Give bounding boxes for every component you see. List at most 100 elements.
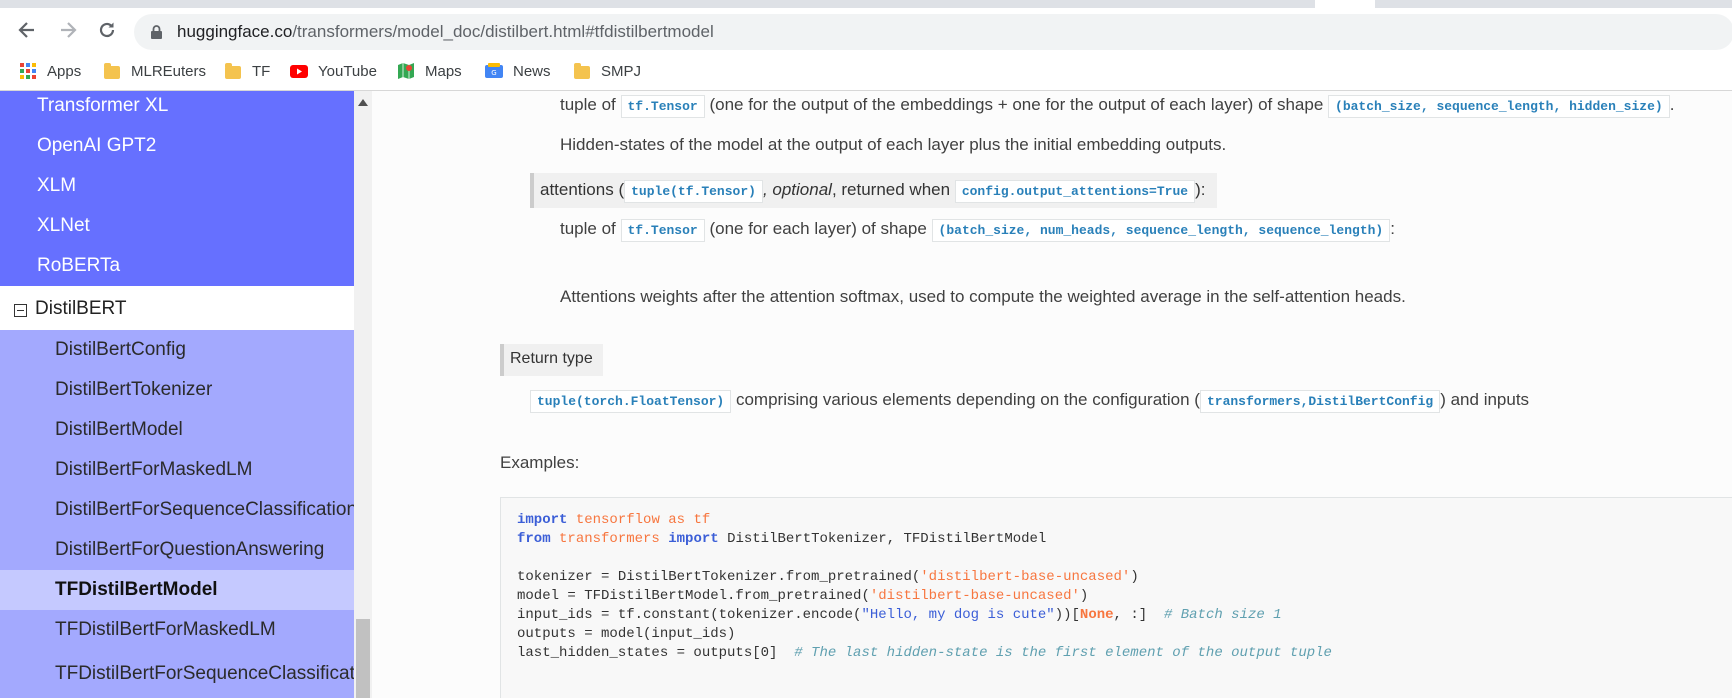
code-tuple-tf-tensor: tuple(tf.Tensor) <box>624 180 763 203</box>
sidebar-item-label: DistilBertModel <box>55 419 183 440</box>
sidebar-item-label: TFDistilBertForSequenceClassification <box>55 663 354 684</box>
sidebar-item-distilbertconfig[interactable]: DistilBertConfig <box>0 330 354 370</box>
sidebar-item-tfdistilbertforsequenceclassification[interactable]: TFDistilBertForSequenceClassification <box>0 650 354 698</box>
sidebar-item-distilbertforsequenceclassification[interactable]: DistilBertForSequenceClassification <box>0 490 354 530</box>
sidebar-item-transformer-xl[interactable]: Transformer XL <box>0 91 354 126</box>
news-icon: G <box>485 62 503 80</box>
text: , optional <box>762 180 832 199</box>
docs-sidebar: Transformer XL OpenAI GPT2 XLM XLNet RoB… <box>0 91 354 698</box>
apps-grid-icon <box>19 62 37 80</box>
bookmarks-bar: Apps MLREuters TF YouTube Maps G News SM… <box>0 52 1732 91</box>
reload-button[interactable] <box>93 16 121 44</box>
return-type-line: tuple(torch.FloatTensor) comprising vari… <box>530 390 1530 413</box>
code-shape: (batch_size, num_heads, sequence_length,… <box>931 219 1391 242</box>
bookmark-maps[interactable]: Maps <box>397 60 462 82</box>
text: tensorflow <box>575 512 660 528</box>
bookmark-smpj[interactable]: SMPJ <box>573 60 641 82</box>
bookmark-mlreuters[interactable]: MLREuters <box>103 60 206 82</box>
text: : <box>1390 219 1395 238</box>
sidebar-item-distilbertforquestionanswering[interactable]: DistilBertForQuestionAnswering <box>0 530 354 570</box>
text: transformers <box>559 531 660 547</box>
url-bar[interactable]: huggingface.co/transformers/model_doc/di… <box>134 14 1732 50</box>
sidebar-item-label: DistilBertForQuestionAnswering <box>55 539 325 560</box>
code-line: input_ids = tf.constant(tokenizer.encode… <box>517 607 1282 623</box>
url-text[interactable]: huggingface.co/transformers/model_doc/di… <box>177 22 714 42</box>
sidebar-item-label: TFDistilBertModel <box>55 579 218 600</box>
sidebar-item-roberta[interactable]: RoBERTa <box>0 246 354 286</box>
collapse-toggle-icon[interactable] <box>14 303 27 317</box>
scroll-up-arrow-icon[interactable] <box>358 99 368 106</box>
code-tf-tensor: tf.Tensor <box>620 95 705 118</box>
folder-icon <box>224 62 242 80</box>
code-line: last_hidden_states = outputs[0] # The la… <box>517 645 1332 661</box>
code-line: import tensorflow as tf <box>517 512 710 528</box>
maps-icon <box>397 62 415 80</box>
doc-content: tuple of tf.Tensor (one for the output o… <box>372 91 1732 698</box>
hidden-states-description: Hidden-states of the model at the output… <box>560 135 1227 154</box>
back-arrow-icon <box>18 22 34 38</box>
attentions-field-label: attentions (tuple(tf.Tensor), optional, … <box>530 173 1218 208</box>
bookmark-label: Maps <box>425 62 462 80</box>
bookmark-label: YouTube <box>318 62 377 80</box>
sidebar-item-xlnet[interactable]: XLNet <box>0 206 354 246</box>
svg-text:G: G <box>491 69 496 77</box>
bookmark-youtube[interactable]: YouTube <box>290 60 377 82</box>
url-host: huggingface.co <box>177 22 293 41</box>
text: comprising various elements depending on… <box>735 390 1200 409</box>
sidebar-item-tfdistilbertformaskedlm[interactable]: TFDistilBertForMaskedLM <box>0 610 354 650</box>
text: as <box>668 512 686 528</box>
text: ) <box>1130 569 1139 585</box>
reload-icon <box>99 22 115 38</box>
sidebar-item-distilberttokenizer[interactable]: DistilBertTokenizer <box>0 370 354 410</box>
code-line: from transformers import DistilBertToken… <box>517 531 1046 547</box>
sidebar-item-label: XLNet <box>37 215 90 236</box>
bookmark-tf[interactable]: TF <box>224 60 270 82</box>
sidebar-item-xlm[interactable]: XLM <box>0 166 354 206</box>
text: import <box>668 531 719 547</box>
bookmark-apps[interactable]: Apps <box>19 60 81 82</box>
sidebar-item-distilbertmodel[interactable]: DistilBertModel <box>0 410 354 450</box>
folder-icon <box>103 62 121 80</box>
text: "Hello, my dog is cute" <box>861 607 1055 623</box>
lock-icon[interactable] <box>150 24 163 40</box>
sidebar-item-openai-gpt2[interactable]: OpenAI GPT2 <box>0 126 354 166</box>
youtube-icon <box>290 62 308 80</box>
text: ) and inputs <box>1440 390 1530 409</box>
text: attentions ( <box>540 180 625 199</box>
text: (one for the output of the embeddings + … <box>709 95 1324 114</box>
active-tab-edge[interactable] <box>1315 0 1375 8</box>
back-button[interactable] <box>13 16 41 44</box>
sidebar-item-label: DistilBertConfig <box>55 339 186 360</box>
attentions-description: Attentions weights after the attention s… <box>560 287 1406 306</box>
bookmark-label: MLREuters <box>131 62 207 80</box>
code-config-output-attentions: config.output_attentions=True <box>954 180 1196 203</box>
text: from <box>517 531 551 547</box>
sidebar-item-tfdistilbertmodel-current[interactable]: TFDistilBertModel <box>0 570 354 610</box>
scrollbar-thumb[interactable] <box>356 619 370 698</box>
code-distilbertconfig-link[interactable]: transformers,DistilBertConfig <box>1199 390 1441 413</box>
code-shape: (batch_size, sequence_length, hidden_siz… <box>1328 95 1670 118</box>
text: 'distilbert-base-uncased' <box>869 588 1080 604</box>
text: input_ids = tf.constant(tokenizer.encode… <box>517 607 862 623</box>
text: tuple of <box>560 95 616 114</box>
return-type-label: Return type <box>500 344 603 376</box>
sidebar-item-distilbertformaskedlm[interactable]: DistilBertForMaskedLM <box>0 450 354 490</box>
bookmark-label: SMPJ <box>601 62 642 80</box>
text: ) <box>1079 588 1089 604</box>
forward-button[interactable] <box>54 16 82 44</box>
sidebar-scrollbar[interactable] <box>354 91 372 698</box>
text: None <box>1079 607 1114 623</box>
bookmark-news[interactable]: G News <box>485 60 551 82</box>
sidebar-item-label: TFDistilBertForMaskedLM <box>55 619 276 640</box>
sidebar-item-label: DistilBertTokenizer <box>55 379 213 400</box>
example-code-block[interactable]: import tensorflow as tf from transformer… <box>500 497 1732 698</box>
bookmark-label: News <box>513 62 551 80</box>
sidebar-item-label: DistilBertForSequenceClassification <box>55 499 354 520</box>
sidebar-section-distilbert[interactable]: DistilBERT <box>0 288 354 330</box>
code-tf-tensor: tf.Tensor <box>620 219 705 242</box>
text: . <box>1669 95 1675 114</box>
text: import <box>517 512 568 528</box>
sidebar-item-label: DistilBertForMaskedLM <box>55 459 253 480</box>
code-comment: # Batch size 1 <box>1163 607 1282 623</box>
code-comment: # The last hidden-state is the first ele… <box>794 645 1332 661</box>
